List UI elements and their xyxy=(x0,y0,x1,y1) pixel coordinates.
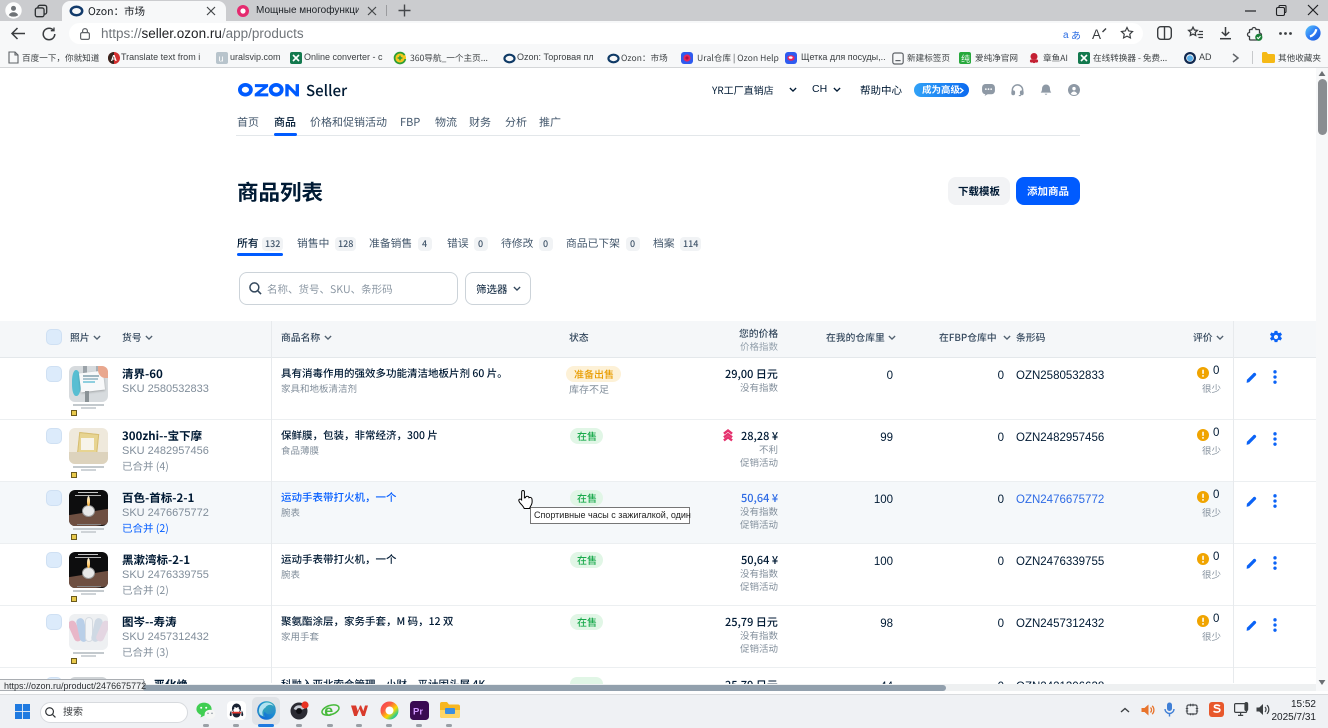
svg-text:Pr: Pr xyxy=(413,707,423,718)
svg-text:a: a xyxy=(1063,30,1069,41)
svg-text:u: u xyxy=(219,54,224,64)
svg-text:A: A xyxy=(1092,27,1101,42)
svg-text:A: A xyxy=(111,53,117,63)
